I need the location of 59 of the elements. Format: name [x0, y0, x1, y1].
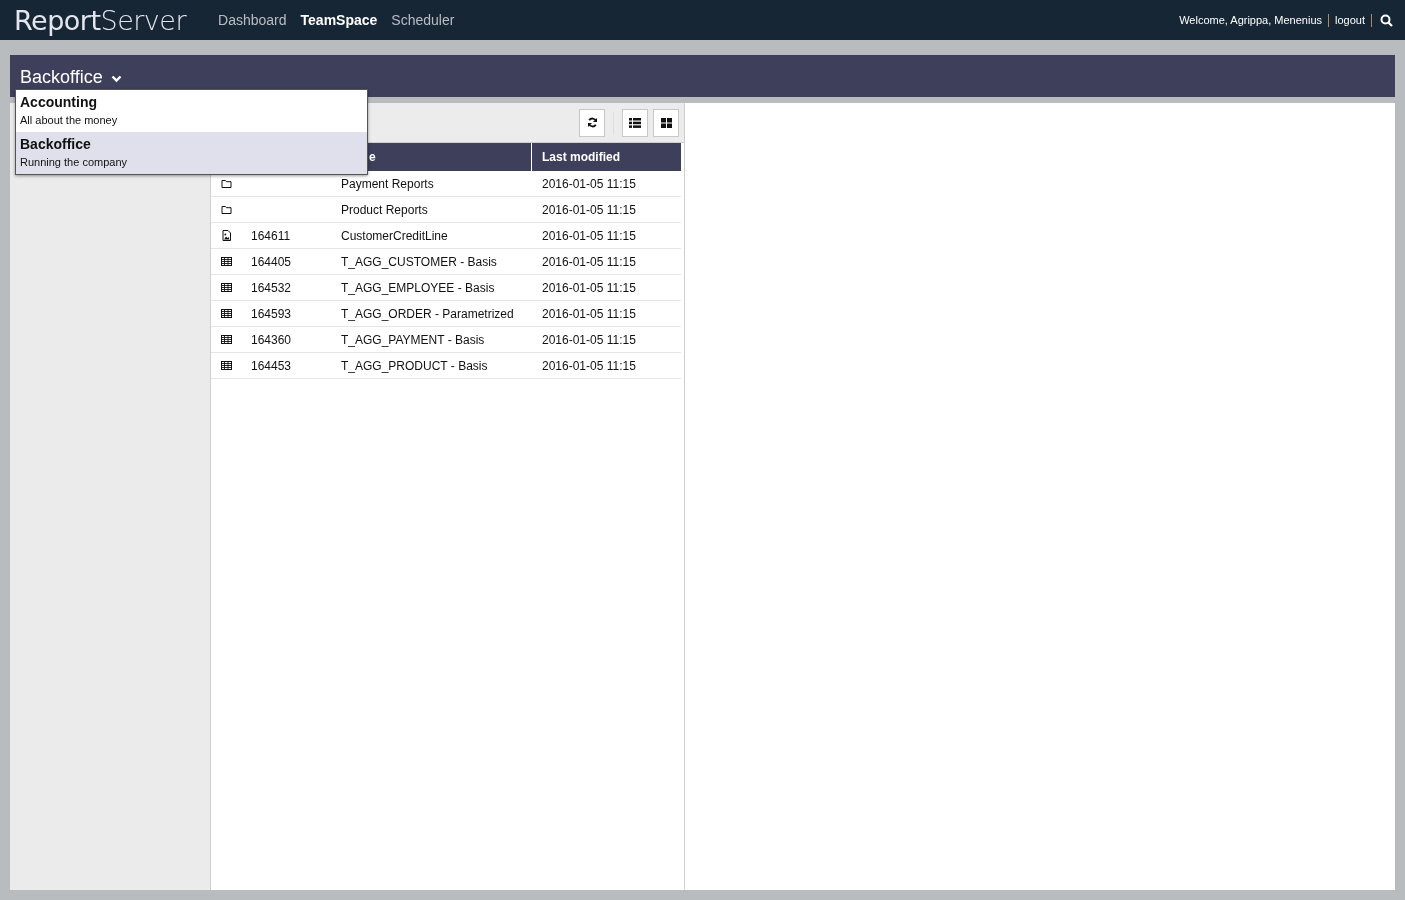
date-text: 2016-01-05 11:15 [542, 332, 636, 347]
menu-item[interactable]: Backoffice Running the company [16, 132, 367, 174]
table-icon [220, 256, 232, 267]
folder-icon [220, 204, 232, 215]
id-text: 164360 [251, 332, 292, 347]
image-file-icon [220, 230, 232, 241]
table-icon [220, 282, 232, 293]
list-icon [629, 117, 641, 128]
table-row[interactable]: 164611 CustomerCreditLine 2016-01-05 11:15 [211, 223, 681, 249]
table-row[interactable]: 164453 T_AGG_PRODUCT - Basis 2016-01-05 11:15 [211, 353, 681, 379]
id-text: 164453 [251, 358, 292, 373]
teamspace-dropdown[interactable]: Backoffice [20, 67, 122, 88]
table-row[interactable]: Product Reports 2016-01-05 11:15 [211, 197, 681, 223]
id-text: 164611 [251, 228, 291, 243]
date-text: 2016-01-05 11:15 [542, 228, 636, 243]
grid-view-button[interactable] [653, 108, 679, 137]
folder-icon [220, 178, 232, 189]
table-row[interactable]: 164593 T_AGG_ORDER - Parametrized 2016-01-05 11:15 [211, 301, 681, 327]
menu-item-title: Accounting [20, 94, 98, 111]
name-text: Product Reports [341, 202, 428, 217]
table-row[interactable]: 164360 T_AGG_PAYMENT - Basis 2016-01-05 11:15 [211, 327, 681, 353]
name-text: CustomerCreditLine [341, 228, 448, 243]
caret-icon [110, 75, 122, 83]
id-text: 164532 [251, 280, 292, 295]
name-text: Payment Reports [341, 176, 434, 191]
name-text: T_AGG_ORDER - Parametrized [341, 306, 514, 321]
id-text: 164593 [251, 306, 292, 321]
column-header[interactable]: Last modified [531, 143, 681, 171]
refresh-button[interactable] [579, 108, 605, 137]
logo[interactable]: ReportServer [14, 4, 187, 36]
date-text: 2016-01-05 11:15 [542, 358, 636, 373]
welcome-text: Welcome, Agrippa, Menenius [1179, 14, 1322, 26]
date-text: 2016-01-05 11:15 [542, 306, 636, 321]
list-view-button[interactable] [622, 108, 648, 137]
name-text: T_AGG_CUSTOMER - Basis [341, 254, 497, 269]
nav-tab[interactable]: TeamSpace [300, 12, 378, 28]
date-text: 2016-01-05 11:15 [542, 280, 636, 295]
menu-item-description: Running the company [20, 155, 128, 169]
table-icon [220, 334, 232, 345]
date-text: 2016-01-05 11:15 [542, 176, 636, 191]
nav-tab[interactable]: Dashboard [218, 12, 287, 28]
id-text: 164405 [251, 254, 292, 269]
menu-item[interactable]: Accounting All about the money [16, 90, 367, 132]
date-text: 2016-01-05 11:15 [542, 202, 636, 217]
date-text: 2016-01-05 11:15 [542, 254, 636, 269]
search-icon[interactable] [1380, 13, 1393, 27]
refresh-icon [586, 117, 598, 128]
name-text: T_AGG_PAYMENT - Basis [341, 332, 485, 347]
table-icon [220, 308, 232, 319]
name-text: T_AGG_PRODUCT - Basis [341, 358, 488, 373]
menu-item-title: Backoffice [20, 136, 92, 153]
menu-item-description: All about the money [20, 113, 119, 127]
name-text: T_AGG_EMPLOYEE - Basis [341, 280, 495, 295]
nav-tab[interactable]: Scheduler [391, 12, 455, 28]
table-icon [220, 360, 232, 371]
table-row[interactable]: 164405 T_AGG_CUSTOMER - Basis 2016-01-05 11:15 [211, 249, 681, 275]
table-row[interactable]: 164532 T_AGG_EMPLOYEE - Basis 2016-01-05 11:15 [211, 275, 681, 301]
grid-icon [660, 117, 672, 128]
logout-link[interactable]: logout [1335, 14, 1365, 26]
